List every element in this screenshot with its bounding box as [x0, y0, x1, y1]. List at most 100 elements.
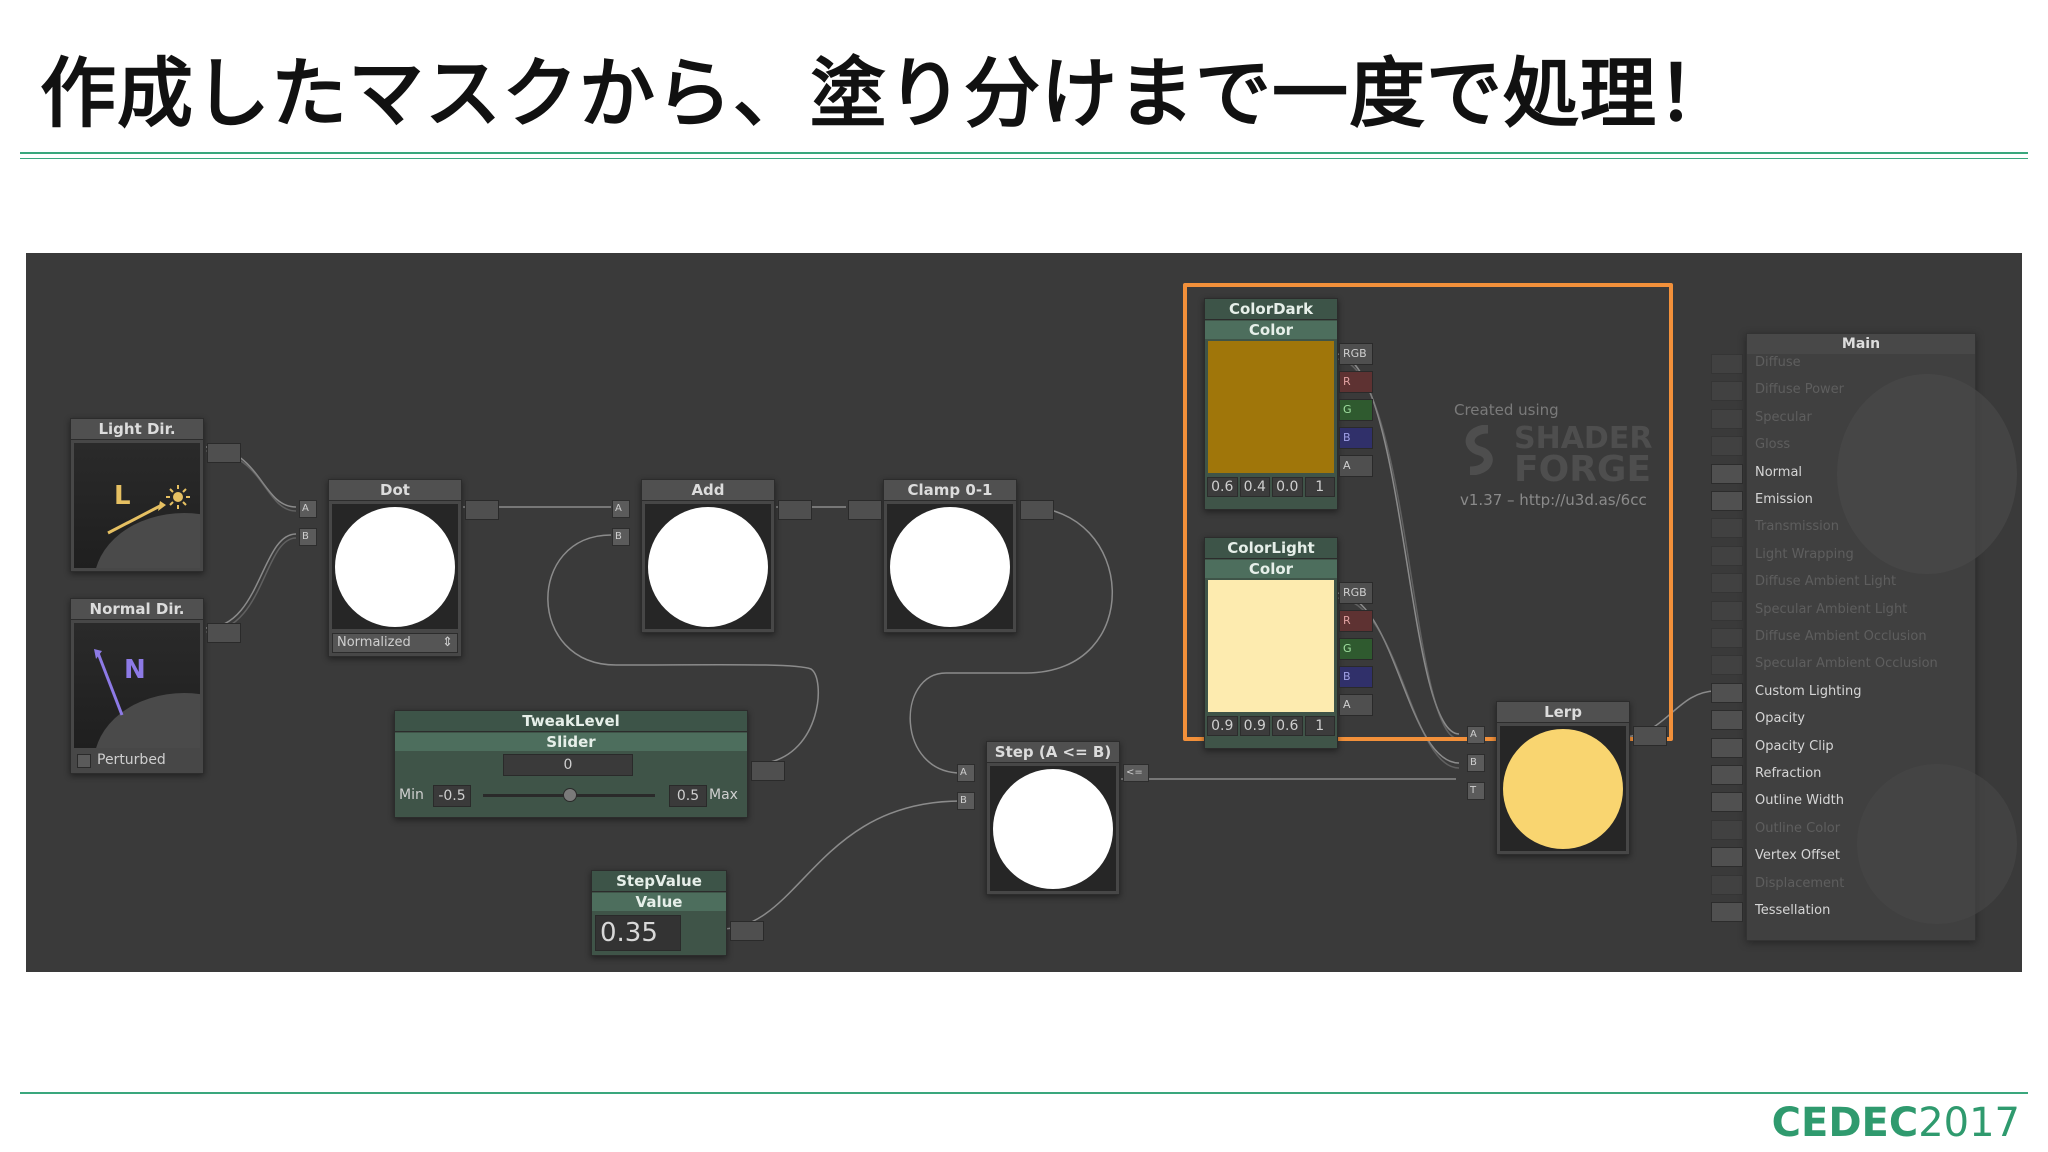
light-dir-output[interactable]: [207, 443, 241, 463]
add-input-a[interactable]: A: [612, 500, 630, 518]
main-input-port[interactable]: [1711, 491, 1743, 511]
main-input-item[interactable]: Specular Ambient Light: [1711, 600, 1971, 621]
clamp-output[interactable]: [1020, 500, 1054, 520]
main-input-item[interactable]: Custom Lighting: [1711, 682, 1971, 703]
main-input-port[interactable]: [1711, 463, 1743, 484]
main-input-port[interactable]: [1711, 354, 1743, 374]
main-input-item[interactable]: Opacity Clip: [1711, 737, 1971, 758]
slider-max-field[interactable]: 0.5: [669, 785, 707, 807]
main-input-item[interactable]: Outline Color: [1711, 819, 1971, 840]
main-input-item[interactable]: Outline Width: [1711, 792, 1971, 813]
main-input-port[interactable]: [1711, 737, 1743, 758]
main-input-item[interactable]: Normal: [1711, 463, 1971, 484]
main-input-item[interactable]: Gloss: [1711, 436, 1971, 457]
dot-mode-select[interactable]: Normalized ⇕: [332, 633, 458, 653]
main-input-port[interactable]: [1711, 408, 1743, 429]
value-a[interactable]: 1: [1304, 716, 1335, 736]
main-input-item[interactable]: Diffuse Ambient Light: [1711, 573, 1971, 594]
value-r[interactable]: 0.6: [1207, 477, 1238, 497]
value-g[interactable]: 0.4: [1239, 477, 1270, 497]
value-a[interactable]: 1: [1304, 477, 1335, 497]
normal-dir-output[interactable]: [207, 623, 241, 643]
lerp-output[interactable]: [1633, 726, 1667, 746]
main-input-item[interactable]: Tessellation: [1711, 902, 1971, 922]
main-input-item[interactable]: Opacity: [1711, 710, 1971, 731]
node-colorlight[interactable]: ColorLight Color 0.9 0.9 0.6 1 RGB R G B…: [1204, 537, 1373, 749]
main-input-port[interactable]: [1711, 710, 1743, 731]
main-input-port[interactable]: [1711, 902, 1743, 922]
main-input-port[interactable]: [1711, 436, 1743, 457]
main-input-port[interactable]: [1711, 518, 1743, 539]
main-input-item[interactable]: Diffuse Power: [1711, 381, 1971, 402]
node-clamp[interactable]: Clamp 0-1: [848, 479, 1054, 633]
step-value-field[interactable]: 0.35: [595, 915, 681, 951]
main-input-port[interactable]: [1711, 765, 1743, 785]
shader-forge-canvas[interactable]: Light Dir. L Normal Dir. N Perturbed Dot…: [26, 253, 2022, 972]
node-main[interactable]: Main Diffuse Diffuse Power Specular Gloss No…: [1711, 333, 2017, 941]
main-input-port[interactable]: [1711, 600, 1743, 621]
node-step[interactable]: Step (A <= B) A B <=: [957, 741, 1149, 895]
main-input-item[interactable]: Diffuse: [1711, 354, 1971, 374]
output-r[interactable]: R: [1339, 371, 1373, 393]
value-b[interactable]: 0.6: [1272, 716, 1303, 736]
node-normal-dir[interactable]: Normal Dir. N Perturbed: [70, 598, 274, 833]
color-swatch-light[interactable]: [1208, 580, 1334, 712]
main-input-item[interactable]: Vertex Offset: [1711, 847, 1971, 868]
output-b[interactable]: B: [1339, 427, 1373, 449]
main-input-item[interactable]: Emission: [1711, 491, 1971, 511]
lerp-input-a[interactable]: A: [1467, 726, 1485, 744]
node-stepvalue[interactable]: StepValue Value 0.35: [591, 870, 764, 956]
main-input-port[interactable]: [1711, 381, 1743, 402]
node-lerp[interactable]: Lerp A B T: [1467, 701, 1667, 855]
lerp-input-t[interactable]: T: [1467, 782, 1485, 800]
main-input-item[interactable]: Refraction: [1711, 765, 1971, 785]
slider-min-field[interactable]: -0.5: [433, 785, 471, 807]
node-light-dir[interactable]: Light Dir. L: [70, 418, 274, 653]
slider-thumb[interactable]: [563, 788, 577, 802]
main-input-port[interactable]: [1711, 847, 1743, 868]
output-r[interactable]: R: [1339, 610, 1373, 632]
step-output[interactable]: <=: [1123, 764, 1149, 782]
perturbed-checkbox[interactable]: [77, 754, 91, 768]
add-input-b[interactable]: B: [612, 528, 630, 546]
node-dot[interactable]: Dot Normalized ⇕ A B: [299, 479, 499, 657]
tweaklevel-output[interactable]: [751, 761, 785, 781]
node-tweaklevel[interactable]: TweakLevel Slider 0 Min -0.5 0.5 Max: [394, 710, 785, 818]
value-b[interactable]: 0.0: [1272, 477, 1303, 497]
main-input-item[interactable]: Light Wrapping: [1711, 545, 1971, 566]
output-b[interactable]: B: [1339, 666, 1373, 688]
main-input-item[interactable]: Transmission: [1711, 518, 1971, 539]
output-a[interactable]: A: [1339, 455, 1373, 477]
main-input-item[interactable]: Specular Ambient Occlusion: [1711, 655, 1971, 676]
output-a[interactable]: A: [1339, 694, 1373, 716]
value-r[interactable]: 0.9: [1207, 716, 1238, 736]
main-input-port[interactable]: [1711, 655, 1743, 676]
main-input-port[interactable]: [1711, 545, 1743, 566]
output-g[interactable]: G: [1339, 638, 1373, 660]
dot-input-b[interactable]: B: [299, 528, 317, 546]
step-input-b[interactable]: B: [957, 792, 975, 810]
value-g[interactable]: 0.9: [1239, 716, 1270, 736]
slider-value-field[interactable]: 0: [503, 754, 633, 776]
lerp-input-b[interactable]: B: [1467, 754, 1485, 772]
main-input-port[interactable]: [1711, 874, 1743, 895]
dot-input-a[interactable]: A: [299, 500, 317, 518]
color-swatch-dark[interactable]: [1208, 341, 1334, 473]
output-g[interactable]: G: [1339, 399, 1373, 421]
main-input-port[interactable]: [1711, 792, 1743, 813]
clamp-input[interactable]: [848, 500, 882, 520]
node-colordark[interactable]: ColorDark Color 0.6 0.4 0.0 1 RGB R G B …: [1204, 298, 1373, 510]
add-output[interactable]: [778, 500, 812, 520]
main-input-item[interactable]: Specular: [1711, 408, 1971, 429]
dot-output[interactable]: [465, 500, 499, 520]
main-input-port[interactable]: [1711, 819, 1743, 840]
main-input-port[interactable]: [1711, 573, 1743, 594]
stepvalue-output[interactable]: [730, 921, 764, 941]
main-input-item[interactable]: Displacement: [1711, 874, 1971, 895]
step-input-a[interactable]: A: [957, 764, 975, 782]
main-input-port[interactable]: [1711, 628, 1743, 648]
output-rgb[interactable]: RGB: [1339, 343, 1373, 365]
main-input-item[interactable]: Diffuse Ambient Occlusion: [1711, 628, 1971, 648]
node-add[interactable]: Add A B: [612, 479, 812, 633]
main-input-port[interactable]: [1711, 682, 1743, 703]
